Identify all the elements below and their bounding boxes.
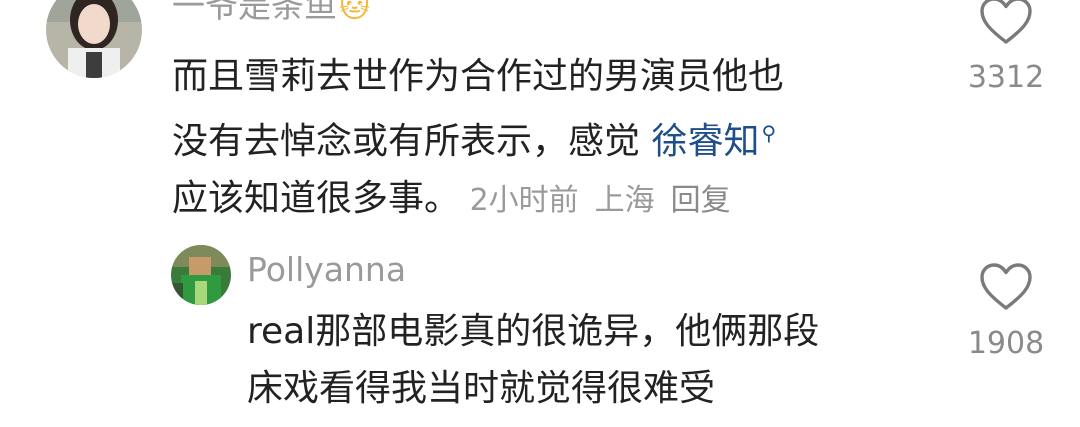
- like-count: 3312: [967, 60, 1045, 95]
- comment-line: 没有去悼念或有所表示，感觉 徐睿知 ⚲: [172, 121, 777, 162]
- mention-link[interactable]: 徐睿知: [651, 121, 759, 162]
- like-count: 1908: [967, 326, 1045, 361]
- comment-line: 而且雪莉去世作为合作过的男演员他也: [172, 56, 785, 97]
- comment-username[interactable]: Pollyanna: [247, 250, 406, 290]
- avatar-image: [46, 0, 142, 78]
- heart-icon[interactable]: [979, 262, 1033, 312]
- like-control: 3312: [961, 0, 1051, 96]
- heart-icon[interactable]: [979, 0, 1033, 46]
- comment-line: 应该知道很多事。 2小时前 上海 回复: [172, 170, 784, 229]
- comment-body: real那部电影真的很诡异，他俩那段 床戏看得我当时就觉得很难受: [247, 303, 819, 417]
- comment-username[interactable]: 一爷是条鱼🐱: [172, 0, 370, 28]
- avatar[interactable]: [171, 245, 231, 305]
- comment-body: 而且雪莉去世作为合作过的男演员他也 没有去悼念或有所表示，感觉 徐睿知 ⚲ 应该知…: [172, 48, 784, 229]
- comment-line: 床戏看得我当时就觉得很难受: [247, 368, 716, 409]
- comment-time: 2小时前: [469, 183, 579, 218]
- comment-meta: 2小时前 上海 回复: [460, 183, 747, 218]
- cat-emoji-icon: 🐱: [339, 0, 371, 25]
- search-icon[interactable]: ⚲: [761, 121, 776, 145]
- comment-location: 上海: [594, 183, 655, 218]
- comment-line: real那部电影真的很诡异，他俩那段: [247, 311, 820, 352]
- avatar[interactable]: [46, 0, 142, 78]
- like-control: 1908: [961, 262, 1051, 362]
- comment-thread: 一爷是条鱼🐱 而且雪莉去世作为合作过的男演员他也 没有去悼念或有所表示，感觉 徐…: [0, 0, 1080, 427]
- reply-button[interactable]: 回复: [671, 183, 731, 218]
- avatar-image: [171, 245, 231, 305]
